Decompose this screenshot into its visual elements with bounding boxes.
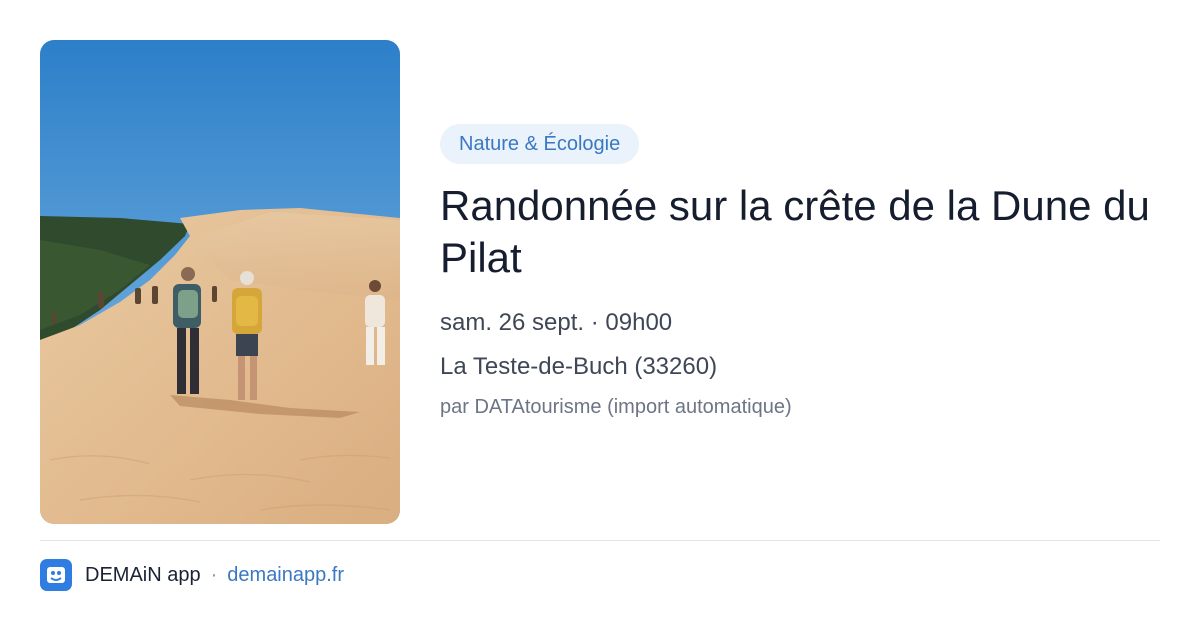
category-badge[interactable]: Nature & Écologie (440, 124, 640, 164)
footer-separator: · (210, 563, 218, 586)
footer-divider (40, 540, 1160, 541)
footer: DEMAiN app · demainapp.fr (40, 558, 344, 592)
event-details: Nature & Écologie Randonnée sur la crête… (440, 124, 1160, 422)
event-source: par DATAtourisme (import automatique) (440, 396, 792, 418)
demain-app-logo-icon (40, 559, 72, 591)
event-date-time: sam. 26 sept. · 09h00 (440, 309, 673, 336)
event-location: La Teste-de-Buch (33260) (440, 353, 718, 380)
app-website-link[interactable]: demainapp.fr (227, 564, 344, 587)
event-title: Randonnée sur la crête de la Dune du Pil… (440, 182, 1150, 281)
event-photo (40, 40, 400, 524)
app-name: DEMAiN app (85, 563, 201, 586)
